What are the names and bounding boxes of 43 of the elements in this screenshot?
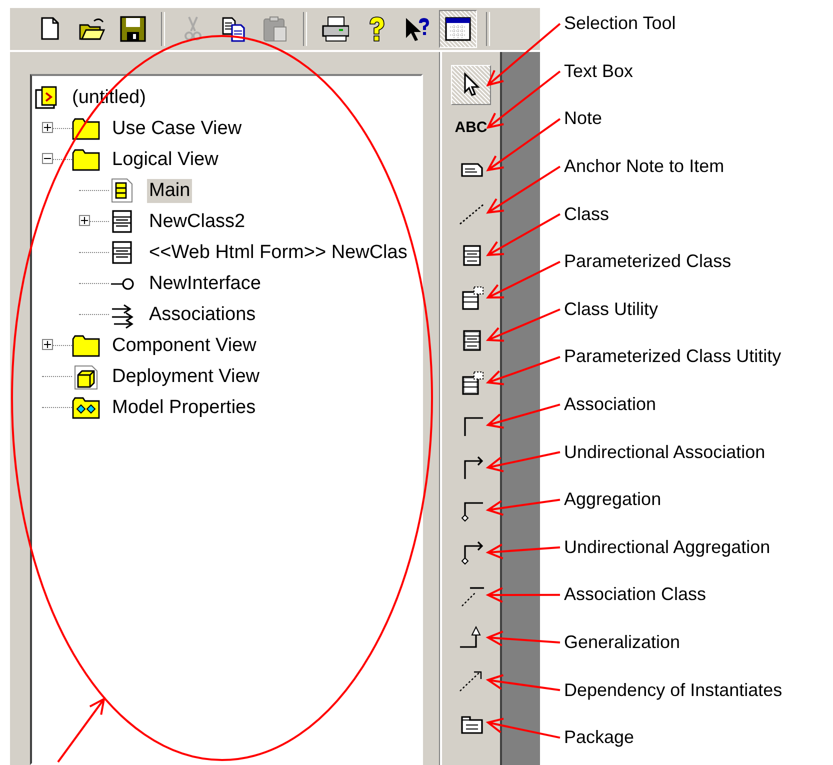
pointer-question-icon (403, 15, 431, 43)
arrow (57, 697, 106, 763)
printer-icon (321, 15, 349, 43)
tree-item[interactable]: Logical View (110, 148, 220, 172)
tree-item[interactable]: Deployment View (110, 364, 262, 388)
tree-item[interactable]: Associations (147, 302, 258, 326)
expand-button[interactable] (42, 122, 53, 133)
window-button[interactable] (439, 10, 477, 48)
callout-label: Class Utility (564, 298, 658, 320)
callout-label: Association (564, 394, 656, 416)
callout-label: Anchor Note to Item (564, 156, 724, 178)
callout-label: Association Class (564, 584, 706, 606)
callout-label: Dependency of Instantiates (564, 680, 782, 701)
tree-item[interactable]: Main (147, 178, 192, 202)
collapse-button[interactable] (42, 153, 53, 164)
callout-label: Generalization (564, 632, 680, 654)
cube-icon (72, 362, 100, 390)
tree-item[interactable]: NewClass2 (147, 210, 248, 234)
callout-label: Undirectional Association (564, 442, 766, 463)
plus-icon (80, 216, 89, 225)
expand-button[interactable] (42, 339, 53, 350)
tree-item[interactable]: Component View (110, 334, 258, 358)
expand-button[interactable] (79, 215, 90, 226)
copy-icon (220, 15, 248, 43)
callout-label: Note (564, 108, 602, 130)
callout-label: Selection Tool (564, 13, 676, 34)
callout-label: Package (564, 727, 634, 748)
plus-icon (43, 123, 52, 132)
clipboard-icon (261, 15, 289, 43)
tree-item[interactable]: <<Web Html Form>> NewClas (147, 240, 410, 264)
tree-item[interactable]: Model Properties (110, 396, 258, 420)
tree-item[interactable]: NewInterface (147, 272, 263, 296)
callout-label: Text Box (564, 60, 634, 82)
callout-label: Parameterized Class Utitity (564, 346, 782, 368)
pointer-tool[interactable] (451, 65, 491, 105)
text-box-tool[interactable]: ABC (451, 108, 491, 148)
callout-label: Undirectional Aggregation (564, 536, 770, 558)
callout-label: Parameterized Class (564, 251, 732, 272)
window-icon (444, 15, 472, 43)
callout-label: Aggregation (564, 489, 662, 510)
tree-item[interactable]: Use Case View (110, 116, 244, 140)
callout-label: Class (564, 204, 610, 225)
plus-icon (43, 340, 52, 349)
